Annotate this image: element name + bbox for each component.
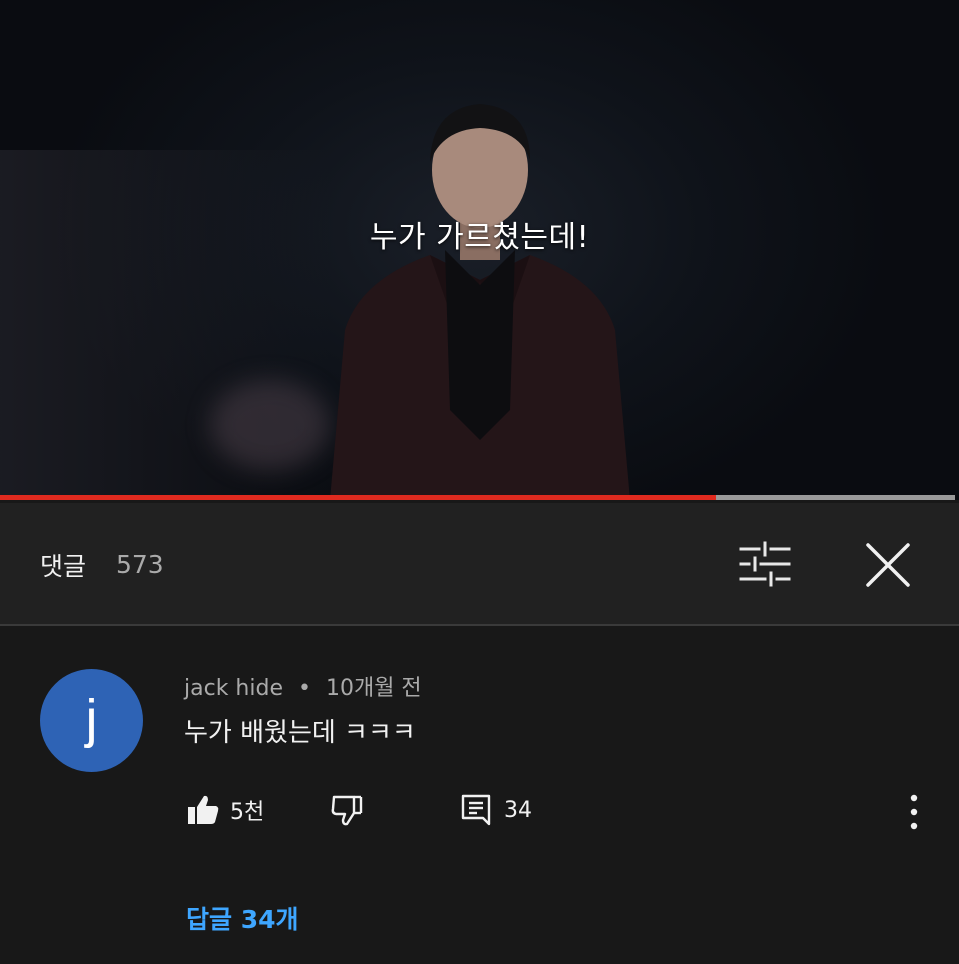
video-player[interactable]: 누가 가르쳤는데!: [0, 0, 959, 500]
reply-button[interactable]: 34: [460, 792, 532, 828]
sort-filter-icon: [739, 541, 791, 587]
avatar[interactable]: j: [40, 669, 143, 772]
like-count: 5천: [230, 800, 265, 825]
thumbs-up-icon: [188, 795, 219, 824]
comment-meta: jack hide • 10개월 전: [184, 670, 422, 702]
comment-author[interactable]: jack hide: [184, 676, 283, 701]
reply-comment-icon: [461, 794, 491, 826]
view-replies-link[interactable]: 답글 34개: [186, 900, 299, 936]
meta-separator: •: [297, 676, 311, 701]
close-comments-button[interactable]: [860, 537, 916, 593]
comment-time: 10개월 전: [325, 676, 422, 701]
reply-count: 34: [504, 797, 532, 823]
sort-button[interactable]: [735, 539, 795, 589]
comment-item: j jack hide • 10개월 전 누가 배웠는데 ㅋㅋㅋ 5천 34 답…: [0, 626, 959, 964]
more-vertical-icon: [910, 794, 918, 830]
video-background-light: [210, 380, 330, 470]
video-frame-person: [330, 104, 630, 500]
video-progress-bar[interactable]: [0, 495, 955, 500]
video-progress-fill: [0, 495, 717, 500]
comments-header: 댓글 573: [0, 503, 959, 626]
dislike-button[interactable]: [330, 792, 364, 828]
more-options-button[interactable]: [900, 792, 928, 832]
video-subtitle: 누가 가르쳤는데!: [369, 220, 590, 255]
comments-count: 573: [116, 550, 164, 579]
like-button[interactable]: 5천: [186, 792, 264, 828]
comments-title: 댓글: [40, 552, 87, 581]
comment-text: 누가 배웠는데 ㅋㅋㅋ: [184, 718, 416, 748]
close-icon: [866, 543, 910, 587]
thumbs-down-icon: [331, 795, 363, 826]
